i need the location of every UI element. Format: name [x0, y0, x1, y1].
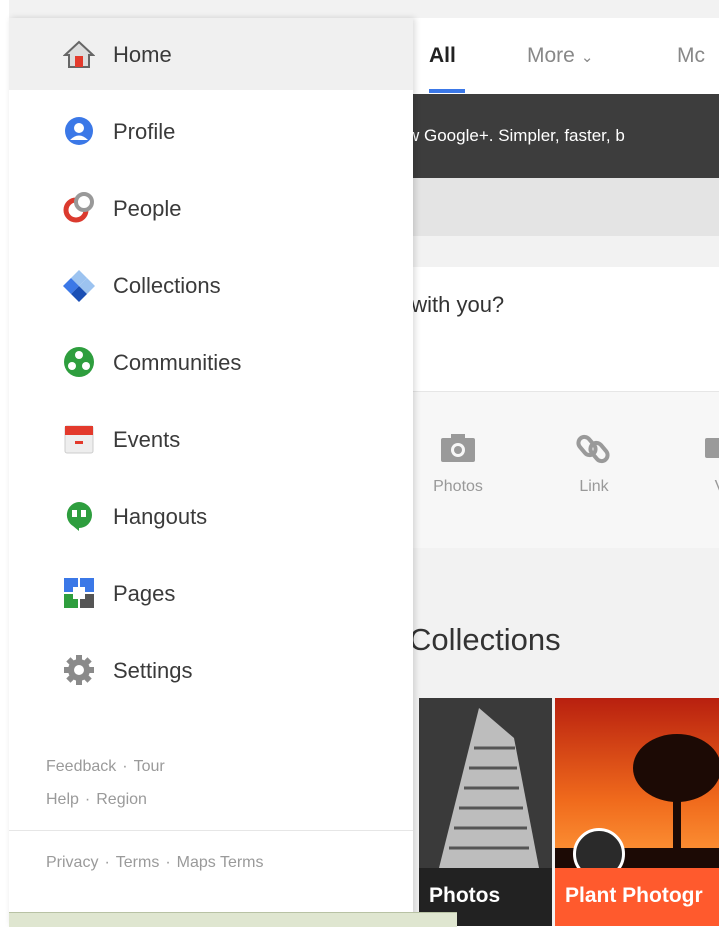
drawer-item-profile[interactable]: Profile [9, 95, 413, 167]
link-icon [576, 434, 610, 464]
maps-terms-link[interactable]: Maps Terms [177, 854, 264, 871]
collection-tile-plant[interactable]: Plant Photogr [555, 698, 719, 926]
settings-icon [61, 652, 97, 688]
region-link[interactable]: Region [96, 791, 147, 808]
drawer-item-label: Events [113, 427, 181, 452]
drawer-item-home[interactable]: Home [9, 18, 413, 90]
share-photos-button[interactable]: Photos [413, 432, 503, 496]
share-video-label: V [675, 478, 719, 496]
share-prompt[interactable]: / with you? [399, 292, 504, 318]
footer-links-row1: Feedback · Tour [46, 758, 165, 775]
navigation-drawer: Home Profile People Collections Communit… [9, 18, 413, 926]
building-image [419, 698, 552, 868]
drawer-item-label: Settings [113, 658, 193, 683]
drawer-item-events[interactable]: Events [9, 403, 413, 475]
promo-banner-text: w Google+. Simpler, faster, b [407, 126, 625, 145]
share-photos-label: Photos [433, 478, 483, 495]
tab-truncated[interactable]: Mc [677, 44, 705, 68]
footer-divider [9, 830, 413, 831]
drawer-item-label: Home [113, 42, 172, 67]
home-icon [61, 36, 97, 72]
footer-links-row3: Privacy · Terms · Maps Terms [46, 854, 264, 871]
footer-links-row2: Help · Region [46, 791, 147, 808]
drawer-item-label: People [113, 196, 182, 221]
hangouts-icon [61, 498, 97, 534]
tab-more-label: More [527, 44, 575, 67]
collections-heading: Collections [409, 622, 561, 657]
drawer-item-people[interactable]: People [9, 172, 413, 244]
privacy-link[interactable]: Privacy [46, 854, 98, 871]
chevron-down-icon: ⌄ [580, 49, 594, 66]
tab-all[interactable]: All [429, 44, 456, 68]
drawer-item-settings[interactable]: Settings [9, 634, 413, 706]
pages-icon [61, 575, 97, 611]
feedback-link[interactable]: Feedback [46, 758, 116, 775]
events-icon [61, 421, 97, 457]
collection-tile-photos[interactable]: Photos [419, 698, 552, 926]
tab-more[interactable]: More ⌄ [527, 44, 593, 68]
drawer-item-label: Profile [113, 119, 176, 144]
drawer-item-label: Collections [113, 273, 221, 298]
tour-link[interactable]: Tour [134, 758, 165, 775]
share-link-button[interactable]: Link [549, 432, 639, 496]
help-link[interactable]: Help [46, 791, 79, 808]
share-video-button[interactable]: V [675, 432, 719, 496]
drawer-item-pages[interactable]: Pages [9, 557, 413, 629]
drawer-item-label: Communities [113, 350, 242, 375]
profile-icon [61, 113, 97, 149]
drawer-item-communities[interactable]: Communities [9, 326, 413, 398]
drawer-item-hangouts[interactable]: Hangouts [9, 480, 413, 552]
drawer-item-label: Pages [113, 581, 176, 606]
active-tab-indicator [429, 89, 465, 93]
people-icon [61, 190, 97, 226]
collection-tile-plant-label: Plant Photogr [565, 884, 703, 907]
camera-icon [441, 434, 475, 462]
share-link-label: Link [579, 478, 609, 495]
drawer-item-collections[interactable]: Collections [9, 249, 413, 321]
collection-tile-photos-label: Photos [429, 884, 501, 907]
video-icon [705, 438, 719, 458]
collections-icon [61, 267, 97, 303]
browser-status-bar [9, 912, 457, 927]
communities-icon [61, 344, 97, 380]
terms-link[interactable]: Terms [116, 854, 160, 871]
collection-caption-plant: Plant Photogr [555, 868, 719, 926]
drawer-item-label: Hangouts [113, 504, 208, 529]
